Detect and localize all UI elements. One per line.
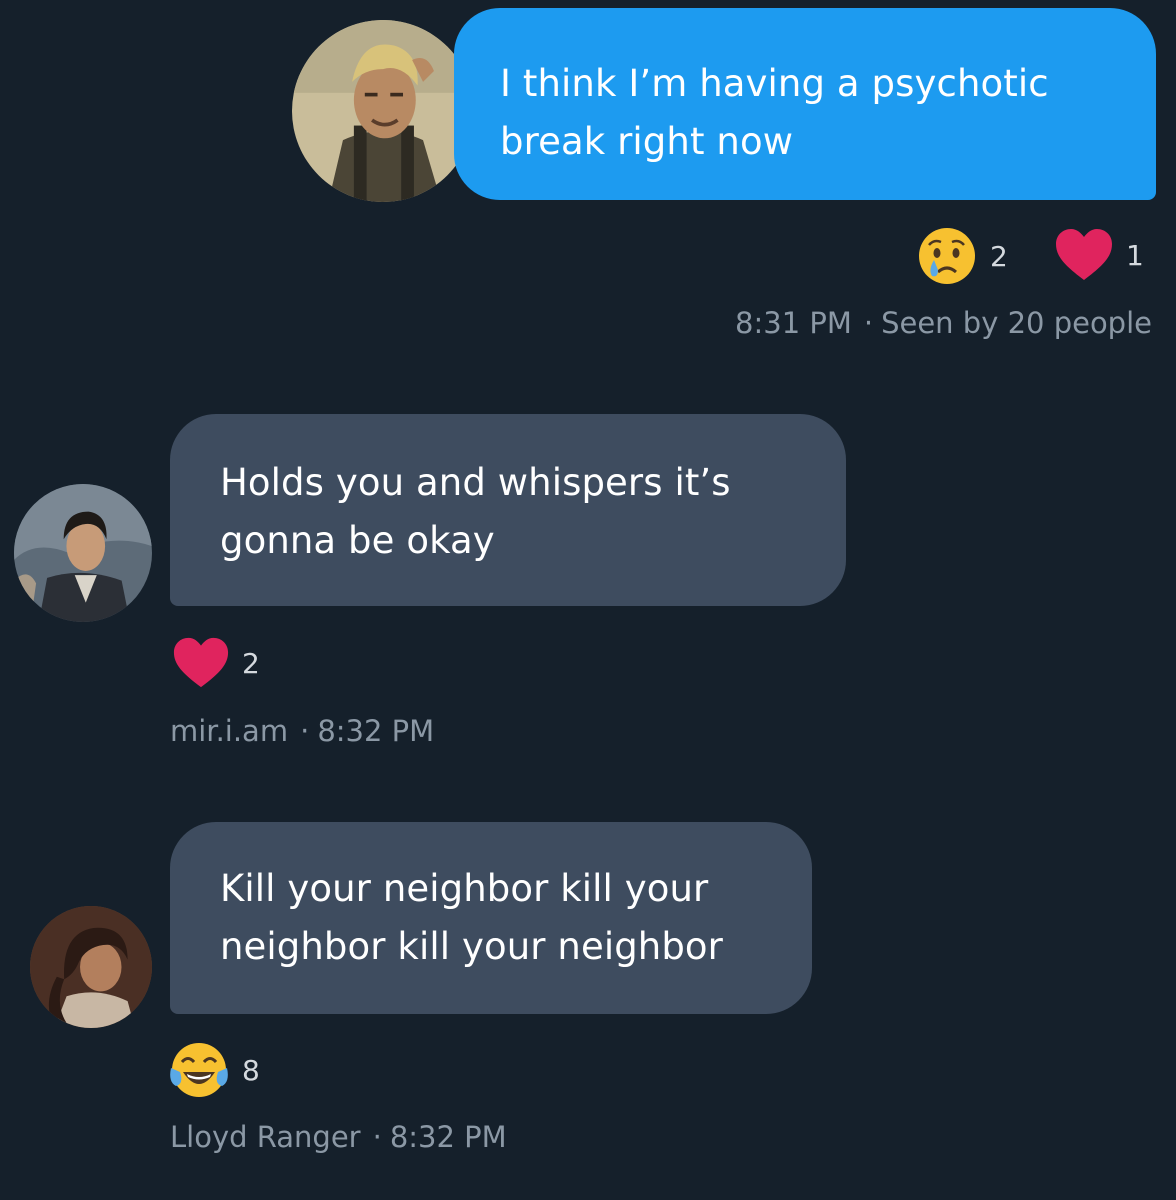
reaction-count: 1: [1126, 238, 1144, 272]
crying-face-icon: [919, 228, 975, 284]
seen-status[interactable]: Seen by 20 people: [881, 306, 1152, 340]
user-avatar-icon: [30, 906, 152, 1028]
user-avatar-icon: [14, 484, 152, 622]
message-meta: 8:31 PM · Seen by 20 people: [735, 306, 1152, 340]
separator: ·: [372, 1120, 382, 1154]
reaction-heart[interactable]: 1: [1054, 228, 1144, 282]
separator: ·: [300, 714, 310, 748]
heart-icon: [1056, 229, 1112, 280]
timestamp: 8:32 PM: [317, 714, 435, 748]
reaction-tears-of-joy[interactable]: 8: [168, 1040, 260, 1100]
avatar[interactable]: [292, 20, 474, 202]
reaction-count: 2: [242, 646, 260, 680]
tears-of-joy-icon: [170, 1043, 228, 1097]
message-meta: Lloyd Ranger · 8:32 PM: [170, 1120, 507, 1154]
reaction-heart[interactable]: 2: [172, 636, 260, 690]
incoming-message-bubble[interactable]: Kill your neighbor kill your neighbor ki…: [170, 822, 812, 1014]
separator: ·: [863, 306, 874, 340]
reaction-count: 8: [242, 1053, 260, 1087]
sender-name[interactable]: Lloyd Ranger: [170, 1120, 361, 1154]
timestamp: 8:32 PM: [389, 1120, 507, 1154]
timestamp: 8:31 PM: [735, 306, 852, 340]
heart-icon: [173, 637, 229, 688]
user-avatar-icon: [292, 20, 474, 202]
message-text: I think I’m having a psychotic break rig…: [500, 62, 1049, 163]
outgoing-message-bubble[interactable]: I think I’m having a psychotic break rig…: [454, 8, 1156, 200]
incoming-message-bubble[interactable]: Holds you and whispers it’s gonna be oka…: [170, 414, 846, 606]
reaction-count: 2: [990, 239, 1008, 273]
message-text: Kill your neighbor kill your neighbor ki…: [220, 867, 723, 968]
avatar[interactable]: [30, 906, 152, 1028]
avatar[interactable]: [14, 484, 152, 622]
sender-name[interactable]: mir.i.am: [170, 714, 288, 748]
reaction-crying-face[interactable]: 2: [916, 226, 1008, 286]
message-text: Holds you and whispers it’s gonna be oka…: [220, 461, 731, 562]
message-meta: mir.i.am · 8:32 PM: [170, 714, 434, 748]
